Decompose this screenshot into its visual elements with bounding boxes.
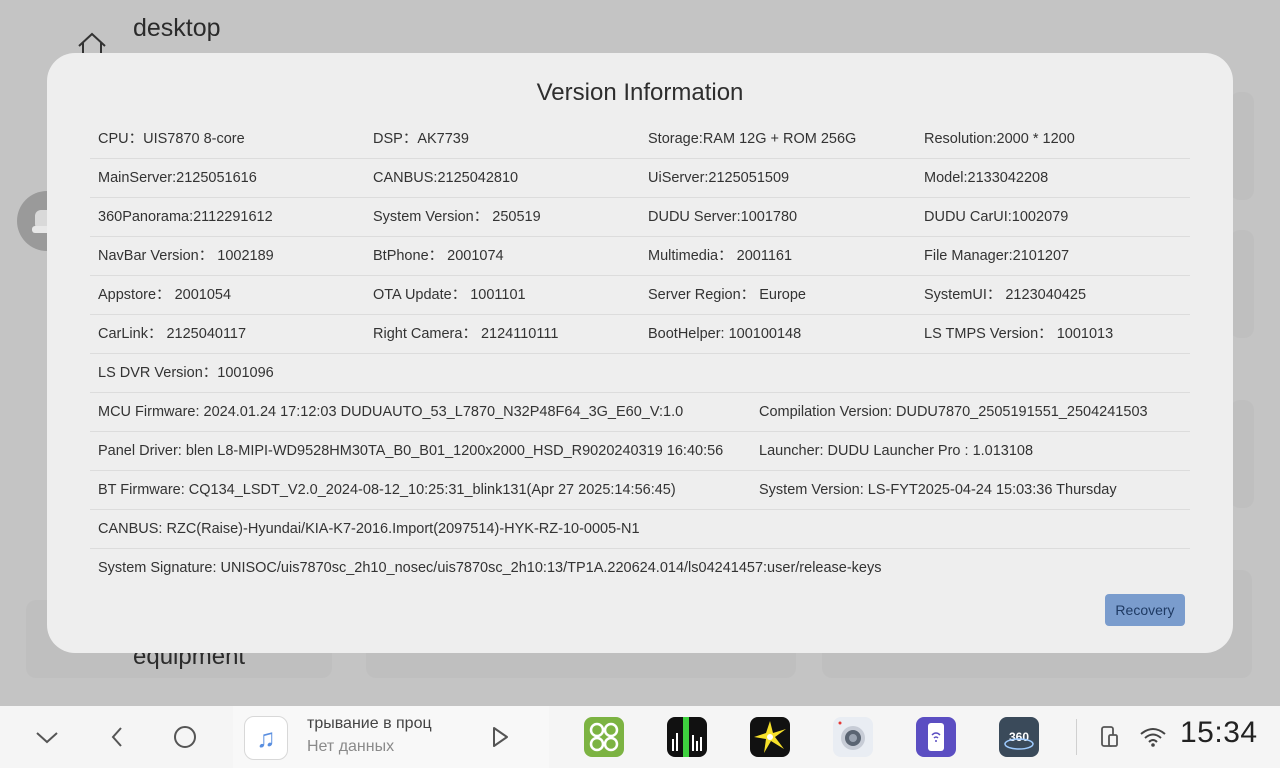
info-cell: System Version: LS-FYT2025-04-24 15:03:3… <box>759 482 1117 498</box>
info-cell: DUDU Server:1001780 <box>648 209 798 225</box>
home-circle-icon[interactable] <box>168 706 202 768</box>
media-widget[interactable]: ♫ трывание в проц Нет данных <box>233 706 549 768</box>
info-cell: Resolution:2000 * 1200 <box>924 131 1075 147</box>
dialog-title: Version Information <box>536 79 744 106</box>
info-cell: CANBUS: RZC(Raise)-Hyundai/KIA-K7-2016.I… <box>98 521 640 537</box>
table-row: CarLink： 2125040117 Right Camera： 212411… <box>90 315 1190 354</box>
table-row: MCU Firmware: 2024.01.24 17:12:03 DUDUAU… <box>90 393 1190 432</box>
360-camera-app-icon[interactable]: 360 <box>999 717 1039 757</box>
table-row: 360Panorama:2112291612 System Version： 2… <box>90 198 1190 237</box>
info-cell: Multimedia： 2001161 <box>648 248 793 264</box>
info-cell: File Manager:2101207 <box>924 248 1070 264</box>
back-icon[interactable] <box>102 706 132 768</box>
sparkle-app-icon[interactable] <box>750 717 790 757</box>
info-cell: DUDU CarUI:1002079 <box>924 209 1069 225</box>
info-cell: NavBar Version： 1002189 <box>98 248 274 264</box>
chevron-down-icon[interactable] <box>30 706 64 768</box>
bg-card <box>1230 400 1254 508</box>
info-cell: Model:2133042208 <box>924 170 1049 186</box>
table-row: CPU：UIS7870 8-core DSP：AK7739 Storage:RA… <box>90 120 1190 159</box>
table-row: BT Firmware: CQ134_LSDT_V2.0_2024-08-12_… <box>90 471 1190 510</box>
info-cell: Panel Driver: blen L8-MIPI-WD9528HM30TA_… <box>98 443 724 459</box>
info-cell: LS TMPS Version： 1001013 <box>924 326 1114 342</box>
table-row: Panel Driver: blen L8-MIPI-WD9528HM30TA_… <box>90 432 1190 471</box>
info-cell: Compilation Version: DUDU7870_2505191551… <box>759 404 1148 420</box>
info-cell: DSP：AK7739 <box>373 131 469 147</box>
info-cell: Storage:RAM 12G + ROM 256G <box>648 131 857 147</box>
table-row: NavBar Version： 1002189 BtPhone： 2001074… <box>90 237 1190 276</box>
table-row: LS DVR Version：1001096 <box>90 354 1190 393</box>
camera-lens-app-icon[interactable] <box>833 717 873 757</box>
info-cell: OTA Update： 1001101 <box>373 287 526 303</box>
recovery-button[interactable]: Recovery <box>1105 594 1185 626</box>
table-row: CANBUS: RZC(Raise)-Hyundai/KIA-K7-2016.I… <box>90 510 1190 549</box>
table-row: System Signature: UNISOC/uis7870sc_2h10_… <box>90 549 1190 587</box>
media-subtitle: Нет данных <box>307 738 395 755</box>
info-cell: Appstore： 2001054 <box>98 287 232 303</box>
info-cell: UiServer:2125051509 <box>648 170 790 186</box>
info-cell: LS DVR Version：1001096 <box>98 365 274 381</box>
info-cell: Launcher: DUDU Launcher Pro : 1.013108 <box>759 443 1034 459</box>
clock: 15:34 <box>1180 716 1258 749</box>
info-cell: CPU：UIS7870 8-core <box>98 131 245 147</box>
bg-card <box>1230 230 1254 338</box>
info-cell: Server Region： Europe <box>648 287 806 303</box>
phone-screen-icon[interactable] <box>1096 706 1122 768</box>
info-cell: CarLink： 2125040117 <box>98 326 247 342</box>
table-row: Appstore： 2001054 OTA Update： 1001101 Se… <box>90 276 1190 315</box>
wifi-icon[interactable] <box>1138 706 1168 768</box>
desktop-title: desktop <box>133 14 221 42</box>
info-cell: BT Firmware: CQ134_LSDT_V2.0_2024-08-12_… <box>98 482 676 498</box>
phone-link-app-icon[interactable] <box>916 717 956 757</box>
info-cell: MainServer:2125051616 <box>98 170 257 186</box>
info-cell: System Version： 250519 <box>373 209 541 225</box>
info-cell: System Signature: UNISOC/uis7870sc_2h10_… <box>98 560 882 576</box>
multi-circle-app-icon[interactable] <box>584 717 624 757</box>
svg-text:360: 360 <box>1009 730 1029 744</box>
info-cell: SystemUI： 2123040425 <box>924 287 1087 303</box>
info-cell: BootHelper: 100100148 <box>648 326 802 342</box>
taskbar: ♫ трывание в проц Нет данных 360 15:34 <box>0 706 1280 768</box>
info-cell: 360Panorama:2112291612 <box>98 209 273 225</box>
music-note-icon[interactable]: ♫ <box>244 716 288 760</box>
table-row: MainServer:2125051616 CANBUS:2125042810 … <box>90 159 1190 198</box>
info-cell: BtPhone： 2001074 <box>373 248 504 264</box>
info-cell: MCU Firmware: 2024.01.24 17:12:03 DUDUAU… <box>98 404 684 420</box>
bg-card <box>1230 92 1254 200</box>
info-cell: Right Camera： 2124110111 <box>373 326 559 342</box>
version-table: CPU：UIS7870 8-core DSP：AK7739 Storage:RA… <box>90 120 1190 587</box>
info-cell: CANBUS:2125042810 <box>373 170 519 186</box>
version-info-dialog: Version Information CPU：UIS7870 8-core D… <box>47 53 1233 653</box>
media-title: трывание в проц <box>307 715 432 732</box>
play-icon[interactable] <box>487 706 513 768</box>
audio-visualizer-app-icon[interactable] <box>667 717 707 757</box>
taskbar-divider <box>1076 719 1077 755</box>
